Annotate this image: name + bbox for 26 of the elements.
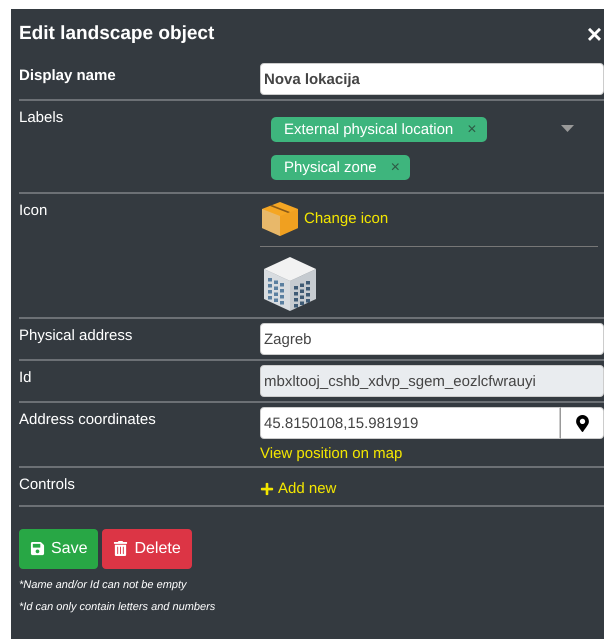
input-field[interactable]: 45.8150108,15.981919 (260, 407, 560, 439)
label-tag: External physical location × (271, 117, 487, 142)
plus-icon (260, 482, 274, 496)
field-label: Display name (19, 66, 117, 86)
dialog-title: Edit landscape object (19, 23, 214, 45)
field-label: Id (19, 368, 33, 388)
validation-note: *Name and/or Id can not be empty (19, 578, 188, 590)
map-pin-icon (574, 414, 591, 432)
input-field[interactable]: Zagreb (260, 323, 604, 355)
map-pin-button[interactable] (560, 407, 604, 439)
field-label: Physical address (19, 326, 134, 346)
dropdown-caret-icon[interactable] (561, 125, 574, 132)
label-tag: Physical zone × (271, 155, 410, 180)
trash-icon (113, 541, 128, 556)
change-icon-link[interactable]: Change icon (304, 210, 388, 226)
add-new-link[interactable]: Add new (260, 480, 336, 497)
delete-button[interactable]: Delete (102, 528, 192, 568)
field-label: Icon (19, 201, 48, 221)
field-label: Controls (19, 475, 76, 495)
validation-note: *Id can only contain letters and numbers (19, 600, 216, 612)
close-button[interactable]: × (584, 21, 604, 47)
save-icon (30, 541, 45, 556)
field-label: Address coordinates (19, 410, 157, 430)
input-field[interactable]: Nova lokacija (260, 63, 604, 95)
field-label: Labels (19, 108, 64, 128)
view-map-link[interactable]: View position on map (260, 445, 604, 462)
